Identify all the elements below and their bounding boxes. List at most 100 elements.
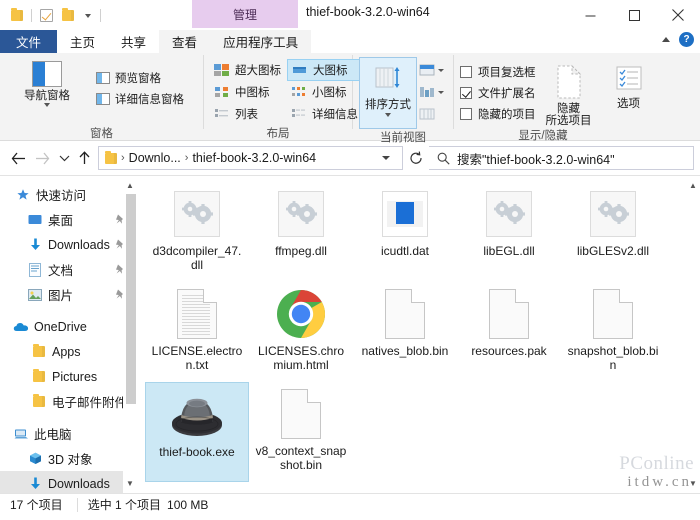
add-columns-button[interactable] xyxy=(419,60,444,80)
file-tile-libegl[interactable]: libEGL.dll xyxy=(457,182,561,282)
tab-file[interactable]: 文件 xyxy=(0,30,58,53)
file-name: libEGL.dll xyxy=(483,244,535,258)
navigation-pane-dropdown-icon[interactable] xyxy=(44,103,50,107)
sidebar-item-apps[interactable]: Apps xyxy=(0,339,137,364)
breadcrumb-downloads[interactable]: Downlo... xyxy=(129,151,181,165)
tab-application-tools[interactable]: 应用程序工具 xyxy=(210,30,312,53)
details-pane-label: 详细信息窗格 xyxy=(115,93,184,106)
sort-by-label: 排序方式 xyxy=(365,99,411,111)
sidebar-item-quick-access[interactable]: 快速访问 xyxy=(0,182,137,207)
sort-by-button[interactable]: 排序方式 xyxy=(359,57,417,129)
item-checkboxes-option[interactable]: 项目复选框 xyxy=(454,61,536,82)
tab-share[interactable]: 共享 xyxy=(108,30,159,53)
properties-checkbox-icon[interactable] xyxy=(35,6,57,26)
file-tile-v8-context-snapshot[interactable]: v8_context_snapshot.bin xyxy=(249,382,353,482)
sort-by-dropdown-icon[interactable] xyxy=(385,113,391,117)
file-name: libGLESv2.dll xyxy=(576,244,650,258)
hide-selected-items-button[interactable]: 隐藏 所选项目 xyxy=(536,57,602,127)
collapse-ribbon-icon[interactable] xyxy=(662,37,670,42)
main-area: 快速访问 桌面 Downloads 文档 图片 OneDrive Apps Pi… xyxy=(0,175,700,493)
hidden-items-option[interactable]: 隐藏的项目 xyxy=(454,103,536,124)
path-separator-0[interactable]: › xyxy=(121,152,125,164)
sidebar-item-onedrive[interactable]: OneDrive xyxy=(0,314,137,339)
sidebar-item-3d-objects[interactable]: 3D 对象 xyxy=(0,446,137,471)
path-separator-1[interactable]: › xyxy=(185,152,189,164)
file-tile-resources-pak[interactable]: resources.pak xyxy=(457,282,561,382)
file-tile-licenses-chromium[interactable]: LICENSES.chromium.html xyxy=(249,282,353,382)
search-input[interactable]: 搜索"thief-book-3.2.0-win64" xyxy=(457,149,615,168)
file-extensions-checkbox-icon[interactable] xyxy=(460,86,472,99)
sidebar-scroll-down-icon[interactable]: ▼ xyxy=(125,476,135,490)
details-pane-button[interactable]: 详细信息窗格 xyxy=(92,88,188,109)
file-explorer-window: 管理 thief-book-3.2.0-win64 文件 主页 共享 查看 应用… xyxy=(0,0,700,520)
file-tile-snapshot-blob[interactable]: snapshot_blob.bin xyxy=(561,282,665,382)
sidebar-scroll-thumb[interactable] xyxy=(126,194,136,404)
back-button[interactable] xyxy=(6,145,30,171)
navigation-pane-button[interactable]: 导航窗格 xyxy=(14,57,80,107)
sidebar-item-documents[interactable]: 文档 xyxy=(0,257,137,282)
view-extra-large-icons[interactable]: 超大图标 xyxy=(210,59,287,81)
size-columns-button[interactable] xyxy=(419,82,444,102)
sidebar-item-this-pc[interactable]: 此电脑 xyxy=(0,421,137,446)
list-view-icon xyxy=(214,107,230,121)
maximize-button[interactable] xyxy=(612,0,656,30)
sidebar-scrollbar[interactable]: ▲ ▼ xyxy=(123,176,137,493)
recent-locations-button[interactable] xyxy=(54,145,74,171)
up-button[interactable] xyxy=(74,145,94,171)
file-list-view[interactable]: d3dcompiler_47.dll ffmpeg.dll icudtl.dat… xyxy=(137,176,700,493)
sidebar-item-downloads-pc[interactable]: Downloads xyxy=(0,471,137,493)
sidebar-item-downloads-quick[interactable]: Downloads xyxy=(0,232,137,257)
hidden-items-checkbox-icon[interactable] xyxy=(460,107,472,120)
sidebar-label-email-attachments: 电子邮件附件 xyxy=(52,396,128,410)
file-name: ffmpeg.dll xyxy=(275,244,327,258)
file-extensions-option[interactable]: 文件扩展名 xyxy=(454,82,536,103)
file-name: icudtl.dat xyxy=(380,244,430,258)
file-tile-license-electron[interactable]: LICENSE.electron.txt xyxy=(145,282,249,382)
file-name: snapshot_blob.bin xyxy=(567,344,659,372)
content-scroll-up-icon[interactable]: ▲ xyxy=(688,178,698,192)
file-tile-icudtl[interactable]: icudtl.dat xyxy=(353,182,457,282)
tab-view[interactable]: 查看 xyxy=(159,30,211,53)
minimize-button[interactable] xyxy=(568,0,612,30)
file-name: LICENSES.chromium.html xyxy=(257,344,345,372)
quick-access-toolbar xyxy=(0,0,104,26)
file-tile-natives-blob[interactable]: natives_blob.bin xyxy=(353,282,457,382)
tab-home[interactable]: 主页 xyxy=(57,30,108,53)
view-medium-icons[interactable]: 中图标 xyxy=(210,81,287,103)
current-view-extra-button[interactable] xyxy=(419,104,444,124)
sidebar-item-email-attachments[interactable]: 电子邮件附件 xyxy=(0,389,137,414)
file-tile-d3dcompiler[interactable]: d3dcompiler_47.dll xyxy=(145,182,249,282)
star-pin-icon xyxy=(14,187,32,203)
blank-file-icon-3 xyxy=(586,287,640,341)
content-scrollbar[interactable]: ▲ ▼ xyxy=(686,176,700,493)
options-button[interactable]: 选项 xyxy=(602,57,656,111)
address-path-box[interactable]: › Downlo... › thief-book-3.2.0-win64 xyxy=(98,146,403,170)
search-box[interactable]: 搜索"thief-book-3.2.0-win64" xyxy=(429,146,694,170)
preview-pane-button[interactable]: 预览窗格 xyxy=(92,67,188,88)
breadcrumb-current-folder[interactable]: thief-book-3.2.0-win64 xyxy=(192,151,316,165)
view-list[interactable]: 列表 xyxy=(210,103,287,125)
sidebar-item-pictures-quick[interactable]: 图片 xyxy=(0,282,137,307)
refresh-button[interactable] xyxy=(403,151,429,165)
status-bar: 17 个项目 选中 1 个项目 100 MB xyxy=(0,493,700,515)
address-dropdown-icon[interactable] xyxy=(382,156,390,160)
item-checkboxes-checkbox-icon[interactable] xyxy=(460,65,472,78)
sidebar-item-pictures-onedrive[interactable]: Pictures xyxy=(0,364,137,389)
forward-button[interactable] xyxy=(30,145,54,171)
preview-pane-label: 预览窗格 xyxy=(115,72,161,85)
help-icon[interactable]: ? xyxy=(679,32,694,47)
size-columns-dropdown-icon[interactable] xyxy=(438,90,444,94)
sidebar-item-desktop[interactable]: 桌面 xyxy=(0,207,137,232)
file-tile-libglesv2[interactable]: libGLESv2.dll xyxy=(561,182,665,282)
customize-qat-icon[interactable] xyxy=(79,13,97,18)
file-tile-thief-book-exe[interactable]: thief-book.exe xyxy=(145,382,249,482)
sidebar-scroll-up-icon[interactable]: ▲ xyxy=(125,178,135,192)
options-label: 选项 xyxy=(617,98,640,110)
add-columns-dropdown-icon[interactable] xyxy=(438,68,444,72)
new-folder-icon[interactable] xyxy=(57,6,79,26)
file-tile-ffmpeg[interactable]: ffmpeg.dll xyxy=(249,182,353,282)
close-button[interactable] xyxy=(656,0,700,30)
qat-divider-2 xyxy=(100,9,101,22)
sidebar-label-pictures-quick: 图片 xyxy=(48,289,74,303)
status-item-count: 17 个项目 xyxy=(10,498,63,512)
